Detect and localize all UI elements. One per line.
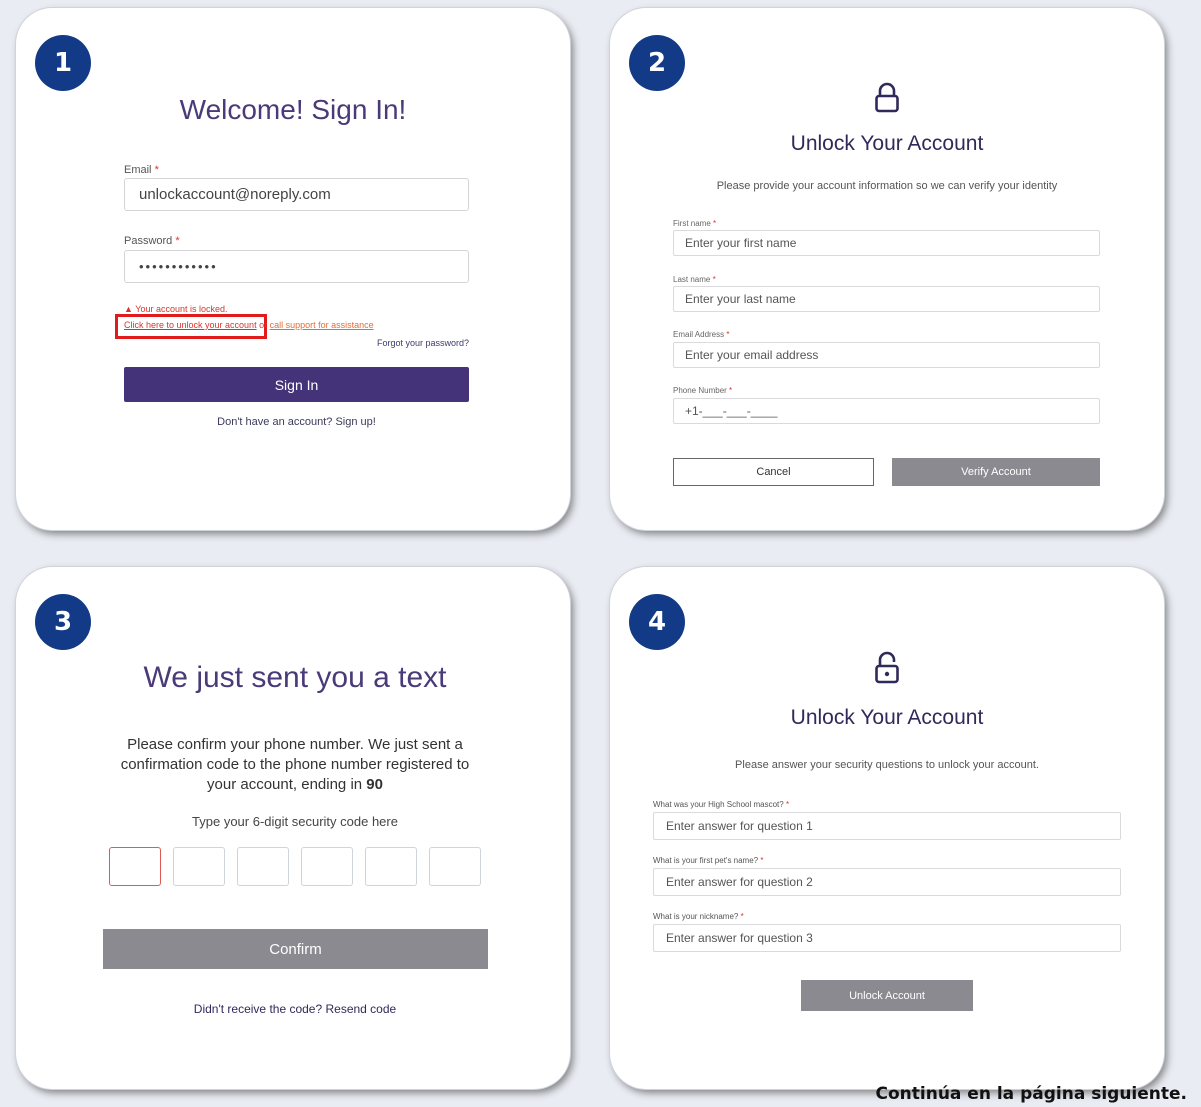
code-title: We just sent you a text [143,661,447,694]
cancel-button[interactable]: Cancel [673,458,874,486]
email-address-input[interactable]: Enter your email address [673,342,1100,368]
question-1-input[interactable]: Enter answer for question 1 [653,812,1121,840]
resend-code-link[interactable]: Didn't receive the code? Resend code [16,1002,574,1016]
email-field[interactable]: unlockaccount@noreply.com [124,178,469,211]
phone-number-input[interactable]: +1-___-___-____ [673,398,1100,424]
question-2-input[interactable]: Enter answer for question 2 [653,868,1121,896]
code-panel: 3 We just sent you a text Please confirm… [16,567,570,1089]
unlock-icon [875,651,899,684]
question-1-label: What was your High School mascot? * [653,800,790,809]
security-subtitle: Please answer your security questions to… [735,759,1039,771]
unlock-account-button[interactable]: Unlock Account [801,980,973,1011]
signin-title: Welcome! Sign In! [179,94,407,125]
warning-icon: ▲ [124,304,133,314]
unlock-links-row: Click here to unlock your account or cal… [124,320,374,330]
last-name-label: Last name * [673,275,716,284]
email-label: Email * [124,164,159,176]
phone-ending-digits: 90 [366,776,383,793]
code-digit-3[interactable] [237,847,289,886]
signin-panel: 1 Welcome! Sign In! Email * unlockaccoun… [16,8,570,530]
email-address-label: Email Address * [673,330,730,339]
question-2-label: What is your first pet's name? * [653,856,764,865]
code-digit-2[interactable] [173,847,225,886]
step-badge-4: 4 [629,594,685,650]
step-badge-1: 1 [35,35,91,91]
sign-up-link[interactable]: Don't have an account? Sign up! [16,416,577,428]
question-3-input[interactable]: Enter answer for question 3 [653,924,1121,952]
security-title: Unlock Your Account [790,706,984,729]
question-3-label: What is your nickname? * [653,912,744,921]
code-instructions: Please confirm your phone number. We jus… [120,736,470,793]
code-digit-4[interactable] [301,847,353,886]
sign-in-button[interactable]: Sign In [124,367,469,402]
lock-icon [875,82,899,113]
last-name-input[interactable]: Enter your last name [673,286,1100,312]
forgot-password-link[interactable]: Forgot your password? [377,338,469,348]
security-questions-panel: 4 Unlock Your Account Please answer your… [610,567,1164,1089]
step-badge-3: 3 [35,594,91,650]
unlock-account-link[interactable]: Click here to unlock your account [124,320,257,330]
verify-title: Unlock Your Account [790,132,984,155]
code-digit-5[interactable] [365,847,417,886]
confirm-button[interactable]: Confirm [103,929,488,969]
password-field[interactable]: •••••••••••• [124,250,469,283]
verify-account-button[interactable]: Verify Account [892,458,1100,486]
code-hint: Type your 6-digit security code here [192,814,398,829]
first-name-input[interactable]: Enter your first name [673,230,1100,256]
verify-panel: 2 Unlock Your Account Please provide you… [610,8,1164,530]
call-support-link[interactable]: call support for assistance [270,320,374,330]
code-digit-1[interactable] [109,847,161,886]
locked-message: ▲ Your account is locked. [124,304,228,314]
or-text: or [259,320,268,330]
verify-subtitle: Please provide your account information … [716,180,1058,192]
password-label: Password * [124,235,180,247]
code-digit-6[interactable] [429,847,481,886]
step-badge-2: 2 [629,35,685,91]
continued-footer: Continúa en la página siguiente. [875,1084,1188,1104]
first-name-label: First name * [673,219,717,228]
phone-number-label: Phone Number * [673,386,733,395]
